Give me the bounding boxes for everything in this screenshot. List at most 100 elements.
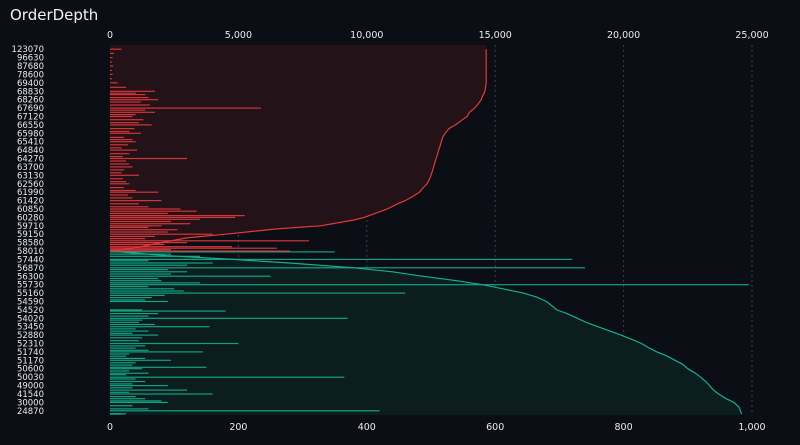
- bid-order-bar: [110, 385, 168, 387]
- bid-order-bar: [110, 401, 168, 403]
- bid-order-bar: [110, 310, 226, 312]
- ask-order-bar: [110, 229, 178, 231]
- bid-order-bar: [110, 264, 187, 266]
- ask-order-bar: [110, 61, 112, 63]
- ask-order-bar: [110, 174, 139, 176]
- ask-order-bar: [110, 92, 136, 94]
- ask-order-bar: [110, 78, 112, 80]
- bid-order-bar: [110, 273, 171, 275]
- ask-depth-area: [110, 45, 487, 252]
- ask-order-bar: [110, 206, 149, 208]
- ask-order-bar: [110, 65, 114, 67]
- bid-order-bar: [110, 391, 130, 393]
- bid-order-bar: [110, 275, 271, 277]
- ask-order-bar: [110, 57, 113, 59]
- ask-order-bar: [110, 144, 128, 146]
- ask-order-bar: [110, 218, 200, 220]
- bid-order-bar: [110, 370, 130, 372]
- ask-order-bar: [110, 69, 112, 71]
- top-tick-label: 15,000: [479, 30, 512, 41]
- bid-order-bar: [110, 299, 146, 301]
- bid-order-bar: [110, 309, 143, 311]
- top-axis: 0 5,000 10,000 15,000 20,000 25,000: [107, 30, 769, 41]
- bid-order-bar: [110, 364, 133, 366]
- bid-order-bar: [110, 413, 120, 415]
- ask-order-bar: [110, 136, 125, 138]
- top-tick-label: 0: [107, 30, 113, 41]
- bid-order-bar: [110, 277, 159, 280]
- ask-order-bar: [110, 225, 162, 227]
- ask-order-bar: [110, 226, 149, 228]
- ask-order-bar: [110, 166, 133, 168]
- ask-order-bar: [110, 114, 136, 116]
- bid-order-bar: [110, 315, 149, 317]
- ask-order-bar: [110, 242, 187, 244]
- bid-order-bar: [110, 332, 133, 334]
- ask-order-bar: [110, 94, 146, 96]
- ask-order-bar: [110, 128, 135, 130]
- ask-order-bar: [110, 86, 126, 88]
- bid-order-bar: [110, 334, 159, 336]
- bid-order-bar: [110, 355, 126, 357]
- ask-order-bar: [110, 163, 130, 165]
- bid-order-bar: [110, 378, 136, 380]
- bid-order-bar: [110, 317, 348, 319]
- ask-order-bar: [110, 97, 149, 99]
- ask-order-bar: [110, 156, 123, 158]
- ask-order-bar: [110, 187, 125, 189]
- bid-order-bar: [110, 405, 133, 407]
- bottom-tick-label: 1,000: [738, 422, 765, 433]
- ask-order-bar: [110, 169, 125, 171]
- ask-order-bar: [110, 124, 152, 126]
- bid-order-bar: [110, 342, 239, 345]
- ask-order-bar: [110, 183, 130, 185]
- ask-order-bar: [110, 178, 123, 180]
- bid-order-bar: [110, 389, 187, 391]
- bid-order-bar: [110, 288, 175, 290]
- bid-order-bar: [110, 351, 204, 353]
- bid-order-bar: [110, 330, 149, 332]
- bid-order-bar: [110, 357, 146, 359]
- bottom-tick-label: 800: [615, 422, 633, 433]
- ask-order-bar: [110, 119, 144, 121]
- bid-order-bar: [110, 387, 133, 389]
- bid-order-bar: [110, 286, 149, 288]
- ask-order-bar: [110, 208, 181, 210]
- bottom-axis: 0 200 400 600 800 1,000: [107, 422, 766, 433]
- bid-order-bar: [110, 269, 168, 271]
- bid-order-bar: [110, 410, 380, 412]
- bid-order-bar: [110, 300, 168, 303]
- ask-order-bar: [110, 109, 146, 111]
- ask-order-bar: [110, 147, 122, 149]
- ask-order-bar: [110, 238, 146, 240]
- ask-order-bar: [110, 104, 150, 106]
- ask-order-bar: [110, 52, 114, 54]
- bid-order-bar: [110, 323, 155, 326]
- ask-order-bar: [110, 220, 171, 223]
- ask-order-bar: [110, 101, 141, 103]
- ask-order-bar: [110, 191, 159, 193]
- bid-order-bar: [110, 345, 146, 347]
- ask-order-bar: [110, 132, 141, 134]
- ask-order-bar: [110, 233, 213, 235]
- bid-order-bar: [110, 260, 149, 262]
- bid-order-bar: [110, 326, 210, 328]
- ask-order-bar: [110, 246, 232, 248]
- price-axis: 1230709663087680786006940068830682606769…: [12, 45, 44, 417]
- ask-order-bar: [110, 172, 122, 174]
- top-tick-label: 20,000: [607, 30, 640, 41]
- bid-order-bar: [110, 292, 406, 294]
- bid-order-bar: [110, 258, 573, 260]
- ask-order-bar: [110, 48, 122, 50]
- order-depth-panel: OrderDepth 0 5,000 10,000 15,000 20,000 25,00…: [0, 0, 800, 445]
- top-tick-label: 10,000: [350, 30, 383, 41]
- order-depth-chart: 0 5,000 10,000 15,000 20,000 25,000 0 200 400 60…: [12, 30, 769, 433]
- bid-order-bar: [110, 282, 200, 284]
- bid-order-bar: [110, 313, 159, 315]
- ask-order-bar: [110, 194, 128, 196]
- bid-order-bar: [110, 337, 143, 339]
- ask-order-bar: [110, 160, 126, 162]
- bottom-tick-label: 600: [486, 422, 504, 433]
- bid-order-bar: [110, 347, 136, 349]
- ask-order-bar: [110, 231, 168, 233]
